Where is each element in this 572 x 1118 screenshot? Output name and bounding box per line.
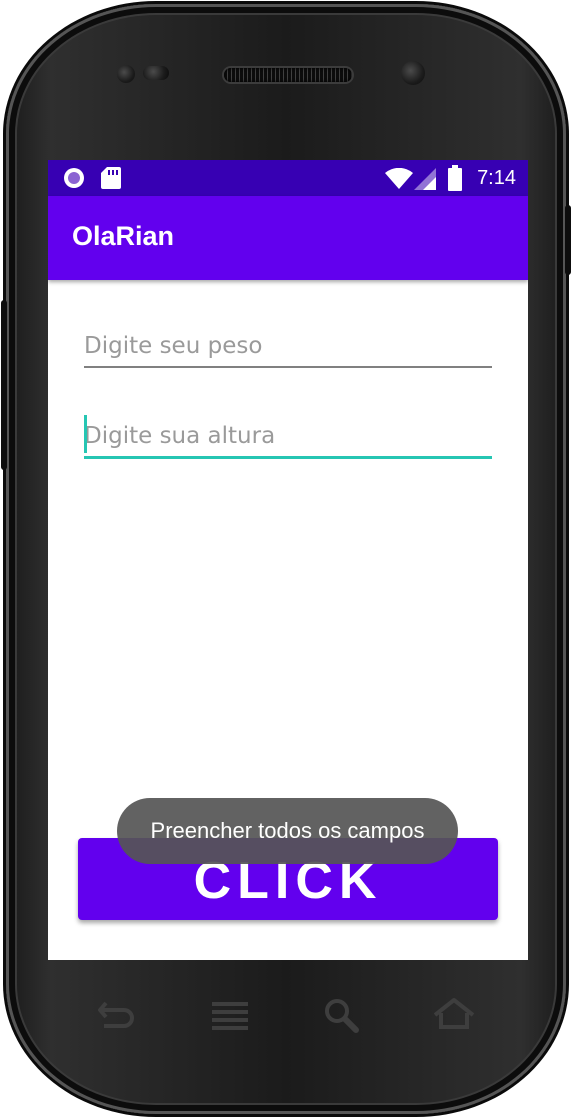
search-icon[interactable] [320,995,364,1035]
earpiece-speaker [224,68,352,82]
cell-signal-icon [414,168,436,190]
home-icon[interactable] [432,995,476,1035]
sd-card-icon [101,167,121,189]
front-camera-icon [401,61,425,85]
volume-button [1,300,7,470]
status-bar: 7:14 [48,160,528,196]
status-time: 7:14 [477,167,516,189]
toast-message: Preencher todos os campos [117,798,458,864]
sensor-icon [117,65,135,83]
sensor-icon [143,66,169,80]
back-icon[interactable] [96,995,140,1035]
notification-dot-icon [64,168,84,188]
text-cursor [84,415,87,453]
height-input[interactable] [84,416,492,459]
menu-icon[interactable] [208,995,252,1035]
app-title: OlaRian [72,221,175,251]
power-button [565,205,571,275]
screen: 7:14 OlaRian CLICK Preencher todos os ca… [48,160,528,960]
app-bar: OlaRian [48,196,528,280]
battery-icon [448,165,462,191]
wifi-icon [385,168,413,189]
weight-input[interactable] [84,326,492,368]
